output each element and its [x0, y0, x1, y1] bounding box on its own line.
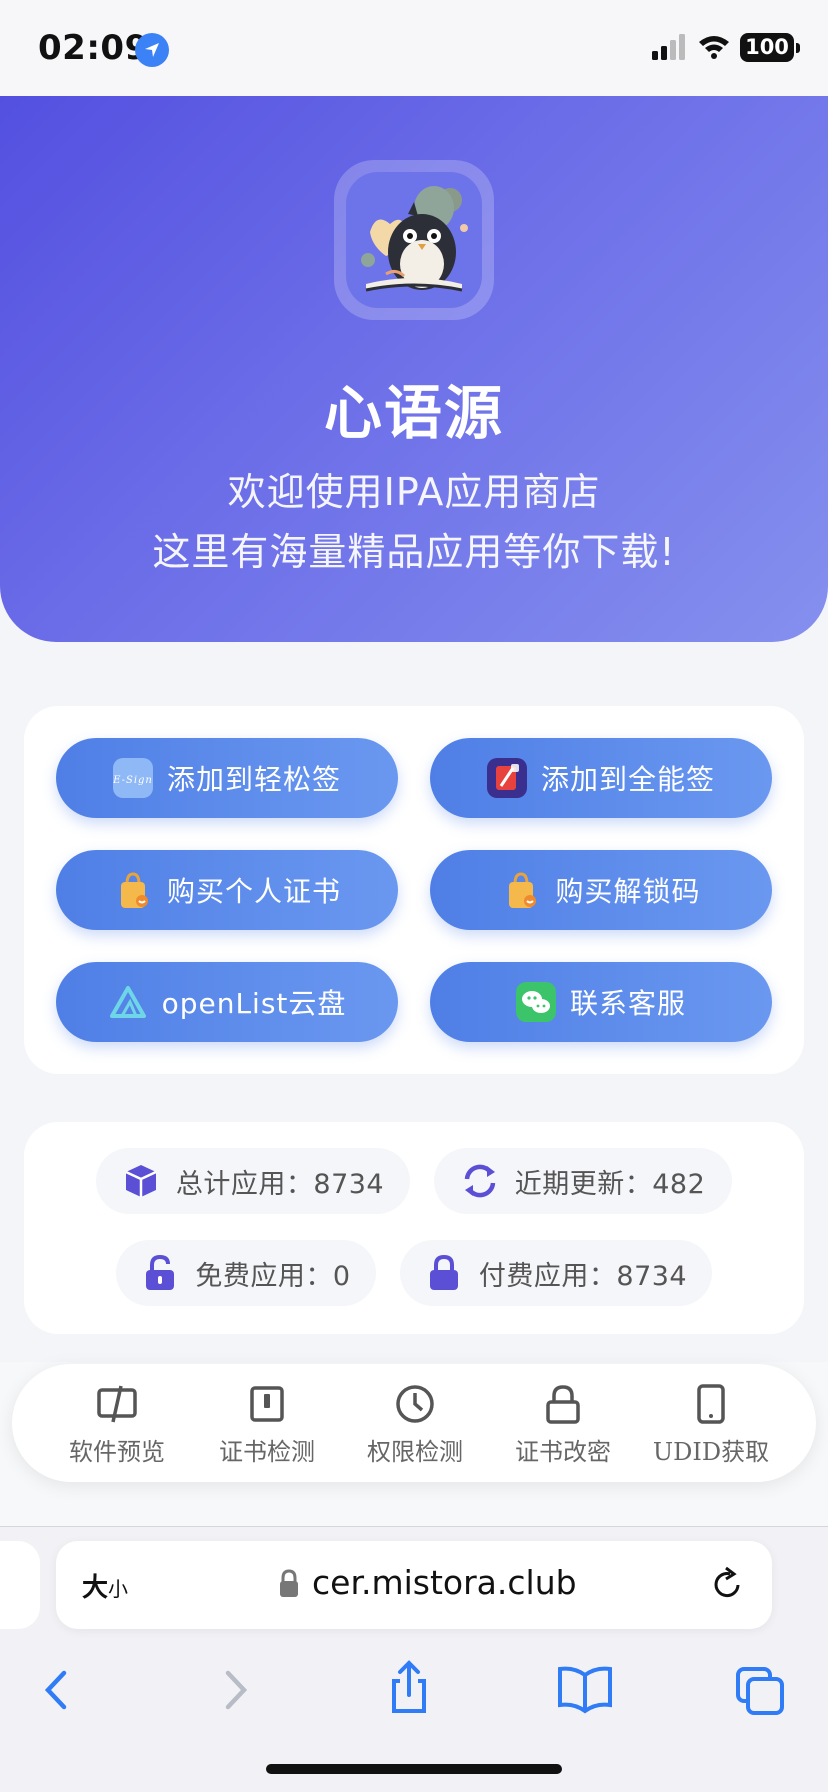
tool-certificate-password[interactable]: 证书改密: [488, 1382, 638, 1472]
tool-nav-bar: 软件预览 证书检测 权限检测 证书改密 UDID获取: [12, 1364, 816, 1482]
add-to-quanneng-button[interactable]: 添加到全能签: [430, 738, 772, 818]
back-icon[interactable]: [22, 1655, 92, 1725]
battery-icon: 100: [740, 33, 800, 62]
stat-text: 近期更新：482: [514, 1168, 706, 1200]
buy-personal-certificate-button[interactable]: 购买个人证书: [56, 850, 398, 930]
secure-lock-icon: [280, 1569, 298, 1597]
reload-icon[interactable]: [708, 1565, 746, 1603]
buy-unlock-code-button[interactable]: 购买解锁码: [430, 850, 772, 930]
locked-icon: [429, 1254, 458, 1290]
cube-icon: [125, 1165, 157, 1197]
forward-icon[interactable]: [200, 1655, 270, 1725]
lock-icon: [546, 1385, 580, 1424]
button-label: 购买解锁码: [555, 875, 701, 908]
button-label: 购买个人证书: [166, 875, 341, 908]
tabs-icon[interactable]: [726, 1655, 796, 1725]
status-bar: 02:09 100: [0, 0, 828, 96]
site-title: 心语源: [323, 379, 504, 447]
svg-text:E-Sign: E-Sign: [113, 775, 153, 786]
paid-apps-stat: 付费应用：8734: [400, 1240, 712, 1306]
location-arrow-icon: [135, 33, 169, 67]
certificate-icon: [250, 1386, 284, 1422]
tool-certificate-check[interactable]: 证书检测: [192, 1382, 342, 1472]
home-indicator: [266, 1764, 562, 1774]
tool-label: 证书改密: [515, 1438, 611, 1466]
app-logo-frame: [334, 160, 494, 320]
tool-udid-get[interactable]: UDID获取: [636, 1382, 786, 1472]
stat-text: 付费应用：8734: [478, 1260, 688, 1292]
url-text: cer.mistora.club: [312, 1563, 577, 1602]
tool-label: UDID获取: [652, 1438, 770, 1466]
phone-icon: [697, 1384, 725, 1424]
unlocked-icon: [146, 1254, 175, 1290]
add-to-esign-button[interactable]: E-Sign 添加到轻松签: [56, 738, 398, 818]
address-bar[interactable]: 大小 cer.mistora.club: [56, 1541, 772, 1629]
previous-tab-peek[interactable]: [0, 1541, 40, 1629]
action-buttons-card: E-Sign 添加到轻松签 添加到全能签 购买个人证书 购买解锁码 openLi…: [24, 706, 804, 1074]
esign-app-icon: E-Sign: [112, 758, 153, 798]
stat-text: 总计应用：8734: [175, 1168, 385, 1200]
wechat-icon: [515, 982, 556, 1022]
bookmarks-icon[interactable]: [550, 1655, 620, 1725]
free-apps-stat: 免费应用：0: [116, 1240, 376, 1306]
text-size-button[interactable]: 大小: [82, 1567, 128, 1604]
owl-logo-icon: [346, 172, 482, 308]
clock-icon: [396, 1385, 434, 1423]
total-apps-stat: 总计应用：8734: [96, 1148, 410, 1214]
tool-permission-check[interactable]: 权限检测: [340, 1382, 490, 1472]
button-label: 联系客服: [569, 987, 686, 1020]
tagline-text: 这里有海量精品应用等你下载!: [152, 530, 676, 574]
hero-banner: 心语源 欢迎使用IPA应用商店 这里有海量精品应用等你下载!: [0, 96, 828, 642]
contact-support-button[interactable]: 联系客服: [430, 962, 772, 1042]
button-label: 添加到轻松签: [166, 763, 341, 796]
recent-updates-stat: 近期更新：482: [434, 1148, 732, 1214]
status-time: 02:09: [38, 28, 149, 68]
openlist-cloud-button[interactable]: openList云盘: [56, 962, 398, 1042]
preview-icon: [97, 1385, 137, 1423]
cellular-signal-icon: [652, 34, 685, 60]
tool-software-preview[interactable]: 软件预览: [42, 1382, 192, 1472]
shopping-bag-icon: [509, 872, 537, 908]
openlist-icon: [109, 986, 146, 1018]
app-stats-card: 总计应用：8734 近期更新：482 免费应用：0 付费应用：8734: [24, 1122, 804, 1334]
tool-label: 证书检测: [219, 1438, 315, 1466]
welcome-text: 欢迎使用IPA应用商店: [227, 470, 601, 514]
button-label: 添加到全能签: [540, 763, 715, 796]
button-label: openList云盘: [161, 987, 347, 1020]
wifi-icon: [699, 36, 729, 59]
quanneng-app-icon: [486, 758, 527, 798]
browser-chrome: 大小 cer.mistora.club: [0, 1526, 828, 1792]
stat-text: 免费应用：0: [195, 1260, 351, 1292]
shopping-bag-icon: [120, 872, 148, 908]
tool-label: 权限检测: [367, 1438, 463, 1466]
tool-label: 软件预览: [69, 1438, 165, 1466]
share-icon[interactable]: [374, 1655, 444, 1725]
refresh-icon: [464, 1164, 495, 1198]
